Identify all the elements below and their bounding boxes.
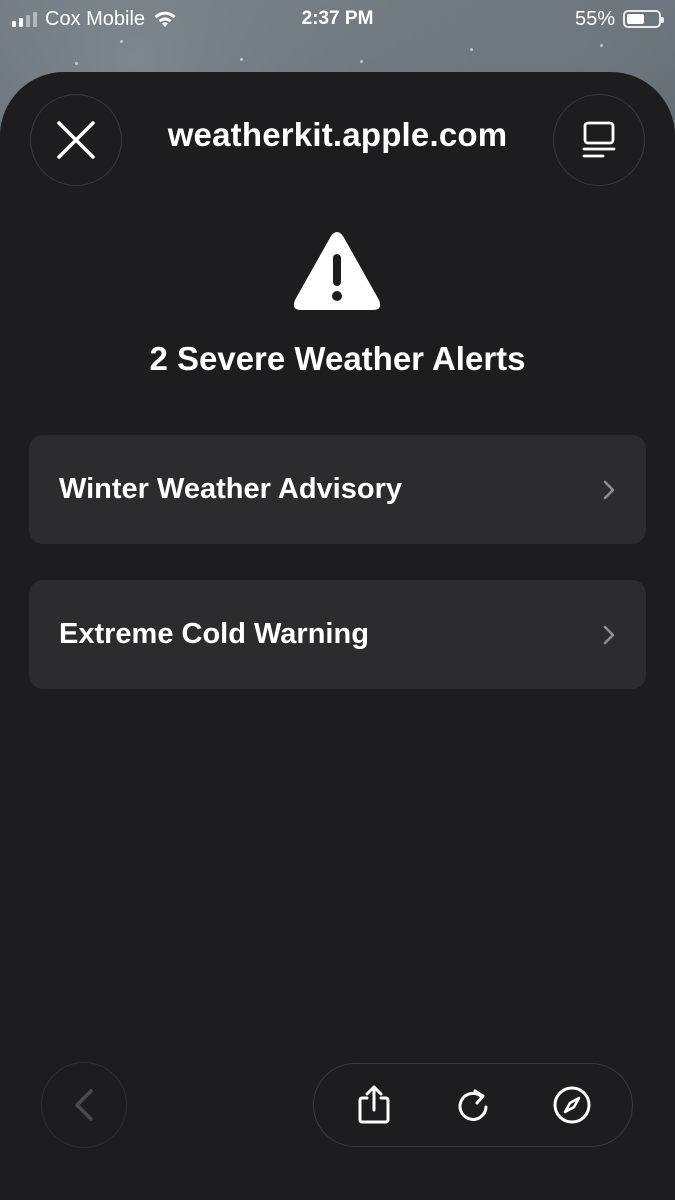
chevron-right-icon xyxy=(603,480,615,499)
alert-item-extreme-cold-warning[interactable]: Extreme Cold Warning xyxy=(29,580,646,689)
share-button[interactable] xyxy=(344,1075,404,1135)
chevron-right-icon xyxy=(603,625,615,644)
site-title: weatherkit.apple.com xyxy=(167,116,508,153)
toolbar-actions xyxy=(313,1063,633,1147)
warning-triangle-icon xyxy=(293,232,381,310)
chevron-left-icon xyxy=(75,1089,93,1121)
alerts-heading: 2 Severe Weather Alerts xyxy=(149,340,526,377)
status-bar: Cox Mobile 2:37 PM 55% xyxy=(0,0,675,38)
battery-icon xyxy=(623,10,664,28)
close-icon xyxy=(57,121,95,159)
share-icon xyxy=(358,1085,390,1124)
alert-item-label: Winter Weather Advisory xyxy=(59,473,402,505)
back-button[interactable] xyxy=(41,1062,127,1148)
battery-percent: 55% xyxy=(574,7,615,30)
status-time: 2:37 PM xyxy=(301,8,374,29)
wifi-icon xyxy=(154,11,176,27)
safari-button[interactable] xyxy=(542,1075,602,1135)
reload-button[interactable] xyxy=(443,1075,503,1135)
reload-icon xyxy=(458,1089,488,1121)
alerts-sheet: weatherkit.apple.com 2 Severe Weather Al… xyxy=(0,72,675,1200)
carrier-name: Cox Mobile xyxy=(45,7,146,30)
alert-item-winter-weather-advisory[interactable]: Winter Weather Advisory xyxy=(29,435,646,544)
reader-view-button[interactable] xyxy=(553,94,645,186)
close-button[interactable] xyxy=(30,94,122,186)
reader-view-icon xyxy=(582,121,616,158)
alert-item-label: Extreme Cold Warning xyxy=(59,618,369,650)
signal-icon xyxy=(12,11,37,27)
compass-icon xyxy=(553,1086,591,1124)
